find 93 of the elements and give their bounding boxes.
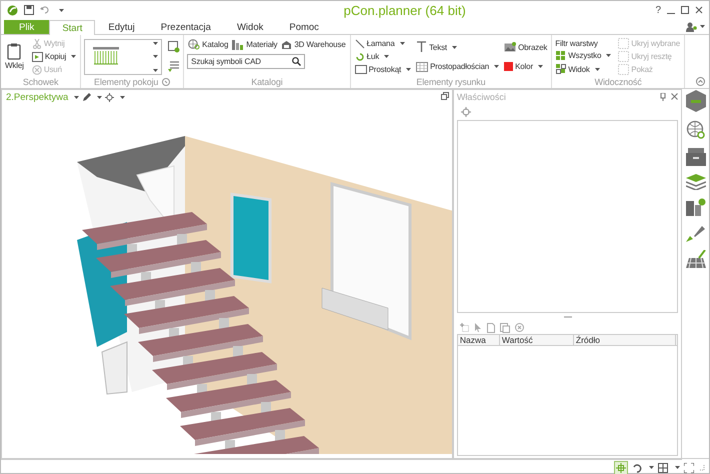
caret-icon xyxy=(649,466,654,469)
minimize-icon xyxy=(667,13,675,14)
ribbon-button[interactable]: Katalog xyxy=(187,39,230,50)
filter-label: Filtr warstwy xyxy=(555,38,598,48)
caret-icon xyxy=(153,42,158,44)
ribbon-button[interactable]: Łuk xyxy=(354,52,412,62)
ribbon-tab[interactable]: Widok xyxy=(224,20,276,34)
image-icon xyxy=(504,42,516,52)
ribbon-button[interactable]: Kolor xyxy=(503,62,548,71)
close-icon xyxy=(695,6,703,14)
scissors-icon xyxy=(32,38,42,48)
line-icon xyxy=(354,38,365,49)
restore-icon xyxy=(440,92,449,100)
rotate-view-icon xyxy=(632,462,642,472)
remove-icon xyxy=(514,323,524,332)
resize-grip-icon xyxy=(698,464,705,471)
warehouse-icon xyxy=(281,40,292,50)
expand-ribbon-icon xyxy=(696,77,705,86)
ribbon-button[interactable]: Obrazek xyxy=(503,42,548,52)
caret-icon xyxy=(153,55,158,58)
document-icon xyxy=(486,322,495,332)
app-logo-icon xyxy=(7,4,18,16)
globe-search-icon xyxy=(686,120,706,140)
grid-view-icon xyxy=(658,462,668,472)
grid-edit-icon xyxy=(686,250,706,268)
list-arrange-icon xyxy=(168,61,180,72)
group-label: Katalogi xyxy=(251,77,283,87)
view-filter-icon xyxy=(556,64,566,74)
undo-icon xyxy=(40,5,50,15)
column-header[interactable]: Nazwa xyxy=(458,335,500,345)
clipboard-icon xyxy=(7,43,22,60)
materials-icon xyxy=(232,39,244,50)
help-button[interactable]: ? xyxy=(655,4,661,16)
ribbon-button[interactable]: Materiały xyxy=(231,39,278,50)
ribbon-button[interactable]: Prostopadłościan xyxy=(415,62,500,72)
layers-grid-icon xyxy=(556,50,566,61)
user-icon xyxy=(686,22,697,32)
save-icon xyxy=(24,5,34,15)
caret-icon xyxy=(120,96,126,98)
rectangle-icon xyxy=(354,65,367,74)
caret-icon xyxy=(153,68,158,72)
ribbon-tab[interactable]: Prezentacja xyxy=(148,20,224,34)
maximize-icon xyxy=(681,6,689,14)
window-title: pCon.planner (64 bit) xyxy=(342,2,467,18)
paste-button[interactable]: Wklej xyxy=(4,37,25,76)
fullscreen-icon xyxy=(684,462,694,472)
search-field[interactable]: Szukaj symboli CAD xyxy=(187,54,306,69)
group-label: Widoczność xyxy=(594,77,642,87)
caret-icon xyxy=(675,466,680,469)
column-header[interactable]: Wartość xyxy=(500,335,574,345)
caret-icon xyxy=(700,25,705,28)
room-elements-gallery[interactable] xyxy=(84,38,162,74)
search-icon xyxy=(292,57,302,66)
delete-icon xyxy=(32,64,42,74)
ribbon-button[interactable]: Prostokąt xyxy=(354,65,412,74)
show-icon xyxy=(618,64,630,75)
ribbon-button[interactable]: Łamana xyxy=(354,38,412,49)
panel-title: Właściwości xyxy=(456,92,507,102)
radiator-icon xyxy=(93,46,120,66)
splitter-handle-icon xyxy=(564,316,572,318)
group-label: Elementy pokoju xyxy=(94,77,158,87)
caret-icon xyxy=(97,96,102,98)
text-tool-icon xyxy=(416,41,428,54)
ribbon-button[interactable]: Kopiuj xyxy=(30,52,78,62)
group-label: Elementy rysunku xyxy=(416,77,486,87)
caret-icon xyxy=(74,96,80,98)
pointer-icon xyxy=(474,323,482,332)
drawer-icon xyxy=(686,148,706,166)
ribbon-button[interactable]: Tekst xyxy=(415,41,500,54)
pencil-icon xyxy=(82,92,92,102)
pin-icon xyxy=(660,92,666,100)
ribbon-button[interactable]: Wszystko xyxy=(555,50,612,61)
pen-tool-icon xyxy=(686,224,706,242)
ribbon-button[interactable]: Widok xyxy=(555,64,612,74)
add-room-icon xyxy=(168,41,180,53)
caret-icon xyxy=(59,8,64,12)
hide-selected-icon xyxy=(618,38,630,49)
copy-icon xyxy=(32,52,43,62)
close-icon xyxy=(671,93,678,100)
layers-icon xyxy=(686,174,706,190)
ribbon-tab[interactable]: Edytuj xyxy=(95,20,148,34)
column-header[interactable]: Źródło xyxy=(574,335,676,345)
ribbon-tab[interactable]: Pomoc xyxy=(276,20,332,34)
ribbon-button[interactable]: 3D Warehouse xyxy=(280,39,347,50)
globe-search-icon xyxy=(188,39,200,50)
group-label: Schowek xyxy=(22,77,58,87)
cuboid-icon xyxy=(416,62,428,72)
copy-document-icon xyxy=(500,322,510,332)
move-view-icon xyxy=(616,462,626,472)
add-icon xyxy=(460,323,469,332)
hide-others-icon xyxy=(618,51,630,62)
dialog-launcher-icon xyxy=(162,78,170,86)
arc-icon xyxy=(354,52,365,62)
